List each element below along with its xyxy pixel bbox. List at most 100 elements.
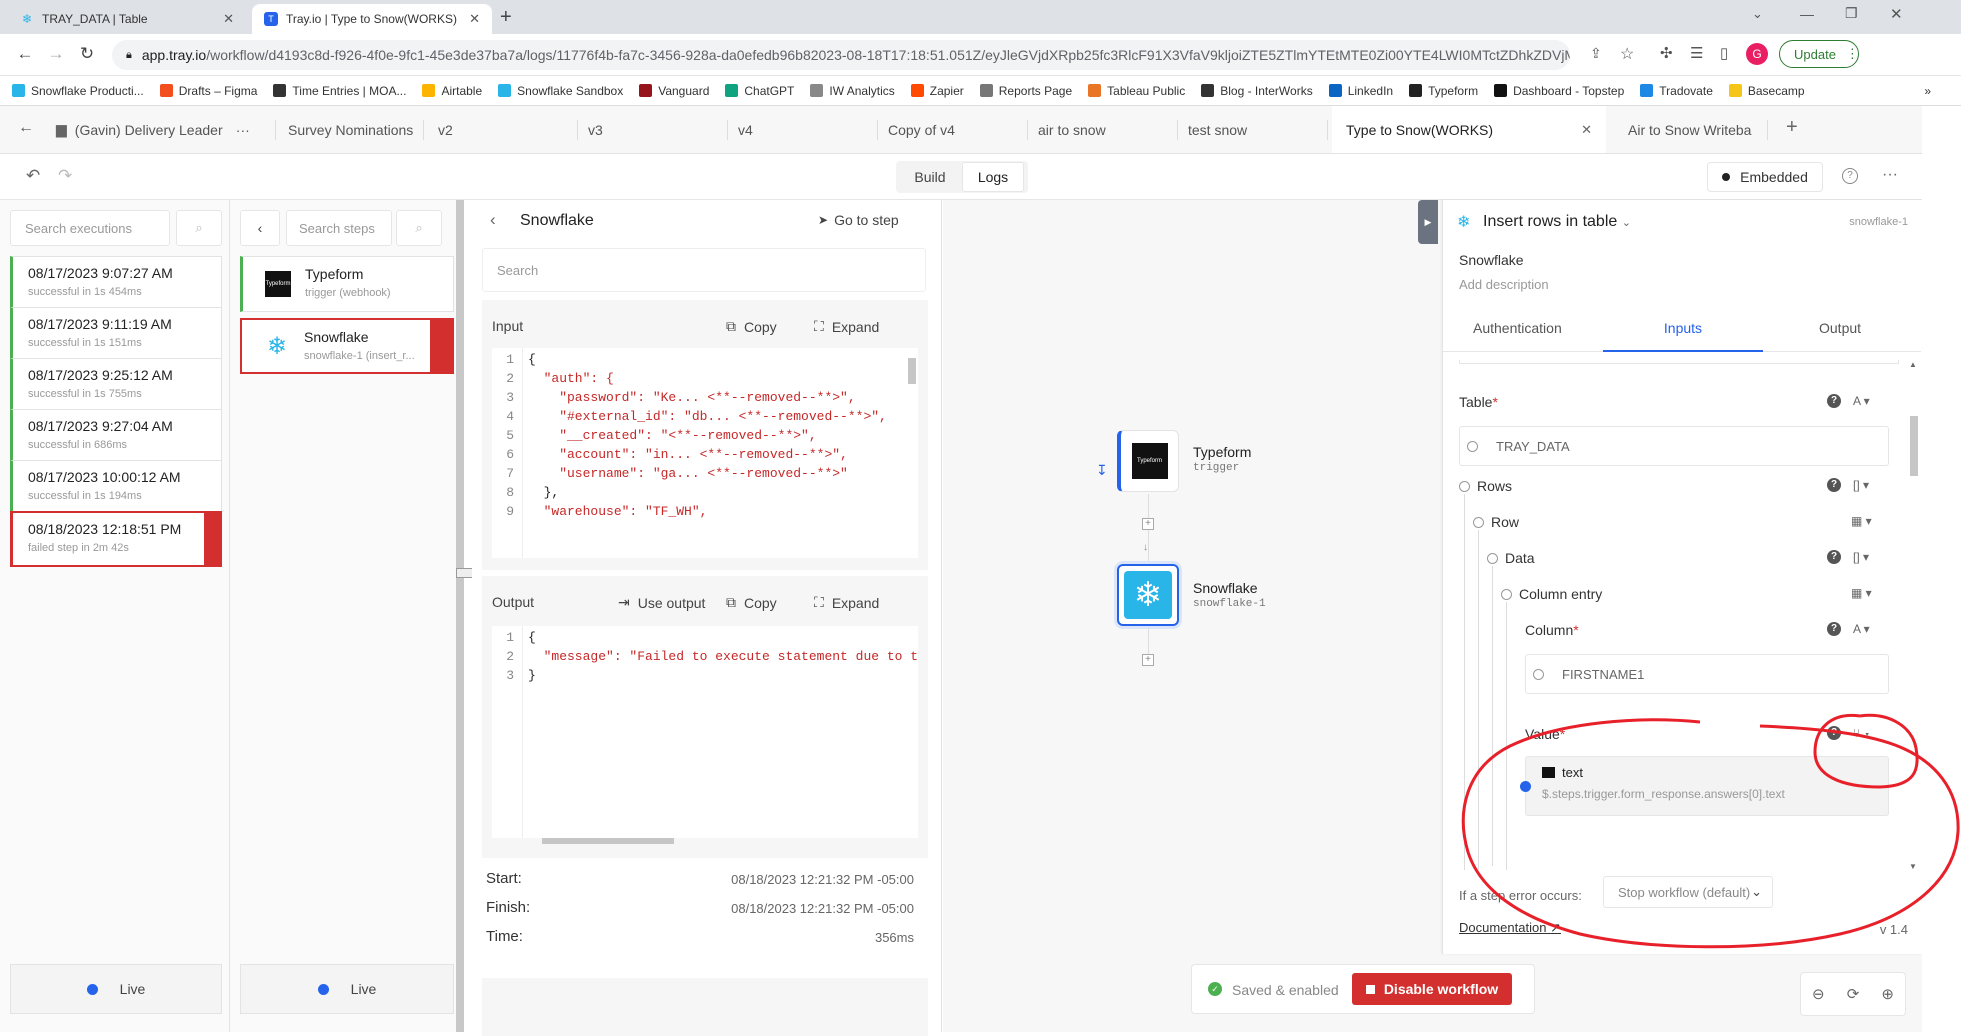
bookmark-item[interactable]: Time Entries | MOA... [273, 84, 406, 98]
step-item-typeform[interactable]: Typeform Typeform trigger (webhook) [240, 256, 454, 312]
extensions-icon[interactable]: ✣ [1660, 44, 1673, 62]
snowflake-node[interactable]: ❄ [1117, 564, 1179, 626]
execution-item[interactable]: 08/17/2023 9:25:12 AM successful in 1s 75… [10, 358, 222, 414]
help-icon[interactable]: ? [1827, 622, 1841, 636]
embedded-badge[interactable]: Embedded [1707, 162, 1823, 192]
column-type-select[interactable]: A ▾ [1853, 622, 1870, 636]
new-tab-icon[interactable]: + [500, 6, 512, 29]
more-icon[interactable]: ··· [236, 122, 250, 138]
tab-test-snow[interactable]: test snow [1178, 106, 1328, 153]
live-toggle-executions[interactable]: Live [10, 964, 222, 1014]
tab-air-to-snow-writeback[interactable]: Air to Snow Writeba [1618, 106, 1768, 153]
back-arrow-icon[interactable]: ← [14, 44, 36, 64]
input-copy-button[interactable]: ⧉ Copy [726, 318, 777, 335]
properties-scrollbar[interactable]: ▲ ▼ [1909, 360, 1919, 880]
expand-row-icon[interactable] [1473, 517, 1484, 528]
forward-arrow-icon[interactable]: → [45, 44, 67, 64]
search-executions-input[interactable]: Search executions [10, 210, 170, 246]
zoom-out-icon[interactable]: ⊖ [1812, 985, 1825, 1003]
bookmark-item[interactable]: Dashboard - Topstep [1494, 84, 1624, 98]
update-button[interactable]: Update ⋮ [1779, 40, 1859, 68]
close-tab-icon[interactable]: ✕ [223, 11, 234, 27]
bookmark-item[interactable]: Snowflake Sandbox [498, 84, 623, 98]
go-to-step-button[interactable]: ➤ Go to step [818, 212, 899, 228]
browser-tab-tray-workflow[interactable]: T Tray.io | Type to Snow(WORKS) ✕ [252, 4, 492, 34]
tab-survey-nominations[interactable]: Survey Nominations [278, 106, 424, 153]
tab-search-chevron-icon[interactable]: ⌄ [1752, 6, 1763, 22]
tab-v4[interactable]: v4 [728, 106, 878, 153]
live-toggle-steps[interactable]: Live [240, 964, 454, 1014]
row-type-select[interactable]: ▦ ▾ [1851, 514, 1872, 528]
undo-icon[interactable]: ↶ [26, 166, 40, 186]
reload-icon[interactable]: ↻ [76, 44, 98, 64]
detail-search-input[interactable]: Search [482, 248, 926, 292]
table-type-select[interactable]: A ▾ [1853, 394, 1870, 408]
input-code-viewer[interactable]: 1 {2 "auth": {3 "password": "Ke... <**--r… [492, 348, 918, 558]
typeform-node[interactable]: Typeform [1117, 430, 1179, 492]
back-arrow-icon[interactable]: ← [18, 119, 34, 137]
zoom-in-icon[interactable]: ⊕ [1881, 985, 1894, 1003]
search-icon[interactable]: ⌕ [396, 210, 442, 246]
more-options-icon[interactable]: ··· [1882, 166, 1898, 184]
output-hscrollbar[interactable] [542, 838, 674, 844]
operation-select[interactable]: Insert rows in table ⌄ [1483, 213, 1631, 231]
bookmark-item[interactable]: LinkedIn [1328, 84, 1393, 98]
step-item-snowflake[interactable]: ❄ Snowflake snowflake-1 (insert_r... [240, 318, 454, 374]
bookmark-item[interactable]: Blog - InterWorks [1201, 84, 1313, 98]
bookmark-item[interactable]: Tradovate [1640, 84, 1713, 98]
collapse-properties-icon[interactable]: ▶ [1418, 200, 1438, 244]
radio-icon[interactable] [1467, 441, 1478, 452]
execution-item[interactable]: 08/17/2023 10:00:12 AM successful in 1s 1… [10, 460, 222, 516]
browser-tab-tray-data[interactable]: ❄ TRAY_DATA | Table ✕ [8, 4, 246, 34]
collapse-chevron-icon[interactable]: ‹ [240, 210, 280, 246]
search-icon[interactable]: ⌕ [176, 210, 222, 246]
help-icon[interactable]: ? [1827, 550, 1841, 564]
help-icon[interactable]: ? [1827, 478, 1841, 492]
execution-item[interactable]: 08/17/2023 9:11:19 AM successful in 1s 15… [10, 307, 222, 363]
reading-list-icon[interactable]: ☰ [1690, 44, 1703, 62]
share-icon[interactable]: ⇪ [1590, 45, 1602, 62]
bookmark-item[interactable]: ChatGPT [725, 84, 794, 98]
add-step-icon[interactable]: + [1142, 518, 1154, 530]
close-tab-icon[interactable]: ✕ [1581, 122, 1592, 138]
rows-type-select[interactable]: [] ▾ [1853, 478, 1869, 492]
input-scrollbar[interactable] [908, 358, 916, 384]
execution-item[interactable]: 08/17/2023 9:27:04 AM successful in 686ms [10, 409, 222, 465]
expand-data-icon[interactable] [1487, 553, 1498, 564]
tab-copy-of-v4[interactable]: Copy of v4 [878, 106, 1028, 153]
output-code-viewer[interactable]: 1 {2 "message": "Failed to execute statem… [492, 626, 918, 838]
tab-air-to-snow[interactable]: air to snow [1028, 106, 1178, 153]
bookmark-item[interactable]: Tableau Public [1088, 84, 1185, 98]
window-close-icon[interactable]: ✕ [1890, 5, 1903, 23]
execution-item[interactable]: 08/18/2023 12:18:51 PM failed step in 2m … [10, 511, 222, 567]
profile-avatar[interactable]: G [1746, 43, 1768, 65]
restore-icon[interactable]: ❐ [1845, 5, 1858, 22]
bookmark-item[interactable]: Drafts – Figma [159, 84, 257, 98]
bookmark-item[interactable]: Airtable [422, 84, 482, 98]
tab-v2[interactable]: v2 [428, 106, 578, 153]
bookmark-star-icon[interactable]: ☆ [1620, 44, 1634, 64]
value-type-select[interactable]: ⑂ ▾ [1853, 726, 1871, 740]
build-button[interactable]: Build [900, 162, 960, 192]
input-expand-button[interactable]: ⛶ Expand [814, 318, 879, 335]
minimize-icon[interactable]: — [1800, 6, 1814, 22]
bookmark-item[interactable]: Reports Page [979, 84, 1072, 98]
bookmark-item[interactable]: Vanguard [639, 84, 709, 98]
expand-column-entry-icon[interactable] [1501, 589, 1512, 600]
add-step-icon[interactable]: + [1142, 654, 1154, 666]
add-description-link[interactable]: Add description [1459, 277, 1549, 292]
url-field[interactable]: 🔒︎ app.tray.io/workflow/d4193c8d-f926-4f… [112, 40, 1570, 70]
bookmark-item[interactable]: Typeform [1409, 84, 1478, 98]
bookmark-item[interactable]: Basecamp [1728, 84, 1805, 98]
help-icon[interactable]: ? [1842, 168, 1858, 184]
redo-icon[interactable]: ↷ [58, 166, 72, 186]
documentation-link[interactable]: Documentation ↗ [1459, 920, 1561, 936]
execution-item[interactable]: 08/17/2023 9:07:27 AM successful in 1s 45… [10, 256, 222, 312]
back-chevron-icon[interactable]: ‹ [490, 210, 496, 230]
column-value-input[interactable]: FIRSTNAME1 [1525, 654, 1889, 694]
tab-type-to-snow[interactable]: Type to Snow(WORKS) ✕ [1332, 106, 1606, 153]
value-jsonpath-field[interactable]: text $.steps.trigger.form_response.answe… [1520, 756, 1889, 816]
column-entry-type-select[interactable]: ▦ ▾ [1851, 586, 1872, 600]
output-expand-button[interactable]: ⛶ Expand [814, 594, 879, 611]
tab-output[interactable]: Output [1819, 320, 1861, 336]
